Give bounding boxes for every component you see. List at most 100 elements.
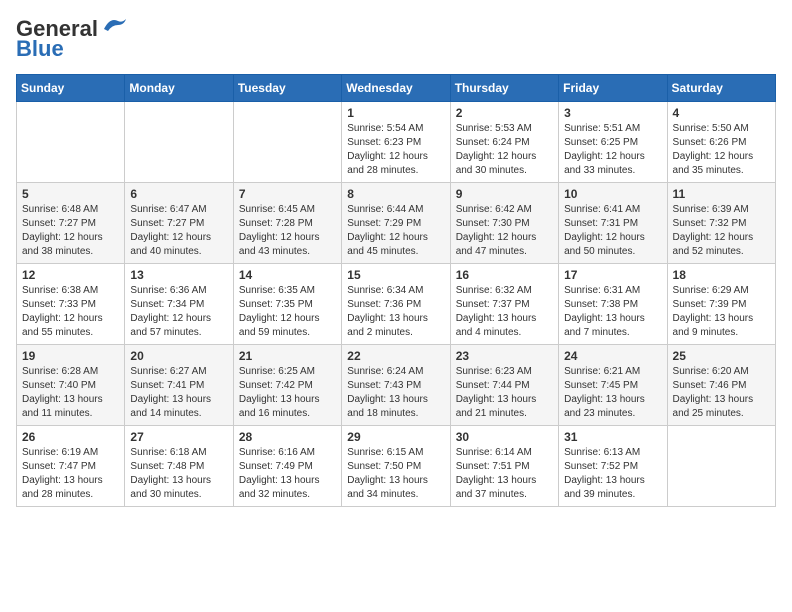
weekday-header-sunday: Sunday [17,75,125,102]
day-info: Sunrise: 6:13 AM Sunset: 7:52 PM Dayligh… [564,446,661,502]
day-number: 1 [347,106,444,120]
calendar-week-1: 1Sunrise: 5:54 AM Sunset: 6:23 PM Daylig… [17,102,776,183]
calendar-cell: 29Sunrise: 6:15 AM Sunset: 7:50 PM Dayli… [342,426,450,507]
day-number: 5 [22,187,119,201]
day-number: 9 [456,187,553,201]
day-number: 3 [564,106,661,120]
logo-bird-icon [100,15,128,35]
calendar-cell: 28Sunrise: 6:16 AM Sunset: 7:49 PM Dayli… [233,426,341,507]
calendar-table: SundayMondayTuesdayWednesdayThursdayFrid… [16,74,776,507]
day-info: Sunrise: 6:28 AM Sunset: 7:40 PM Dayligh… [22,365,119,421]
day-number: 24 [564,349,661,363]
weekday-header-thursday: Thursday [450,75,558,102]
day-number: 11 [673,187,770,201]
calendar-cell: 16 Sunrise: 6:32 AM Sunset: 7:37 PM Dayli… [450,264,558,345]
calendar-cell: 23 Sunrise: 6:23 AM Sunset: 7:44 PM Dayli… [450,345,558,426]
day-info: Sunrise: 6:29 AM Sunset: 7:39 PM Dayligh… [673,284,770,340]
weekday-header-row: SundayMondayTuesdayWednesdayThursdayFrid… [17,75,776,102]
calendar-cell: 14 Sunrise: 6:35 AM Sunset: 7:35 PM Dayli… [233,264,341,345]
day-info: Sunrise: 6:45 AM Sunset: 7:28 PM Dayligh… [239,203,336,259]
day-info: Sunrise: 6:25 AM Sunset: 7:42 PM Dayligh… [239,365,336,421]
weekday-header-saturday: Saturday [667,75,775,102]
day-number: 19 [22,349,119,363]
day-number: 10 [564,187,661,201]
day-info: Sunrise: 6:44 AM Sunset: 7:29 PM Dayligh… [347,203,444,259]
day-info: Sunrise: 6:21 AM Sunset: 7:45 PM Dayligh… [564,365,661,421]
day-number: 26 [22,430,119,444]
day-number: 21 [239,349,336,363]
calendar-cell: 5Sunrise: 6:48 AM Sunset: 7:27 PM Daylig… [17,183,125,264]
day-number: 16 [456,268,553,282]
calendar-cell [233,102,341,183]
day-number: 29 [347,430,444,444]
calendar-cell: 19 Sunrise: 6:28 AM Sunset: 7:40 PM Dayli… [17,345,125,426]
day-number: 22 [347,349,444,363]
calendar-cell [667,426,775,507]
calendar-cell: 3 Sunrise: 5:51 AM Sunset: 6:25 PM Daylig… [559,102,667,183]
weekday-header-friday: Friday [559,75,667,102]
day-info: Sunrise: 6:32 AM Sunset: 7:37 PM Dayligh… [456,284,553,340]
calendar-cell: 12Sunrise: 6:38 AM Sunset: 7:33 PM Dayli… [17,264,125,345]
day-number: 27 [130,430,227,444]
calendar-week-4: 19 Sunrise: 6:28 AM Sunset: 7:40 PM Dayli… [17,345,776,426]
day-info: Sunrise: 6:27 AM Sunset: 7:41 PM Dayligh… [130,365,227,421]
weekday-header-wednesday: Wednesday [342,75,450,102]
calendar-cell: 21 Sunrise: 6:25 AM Sunset: 7:42 PM Dayli… [233,345,341,426]
page-header: General Blue [16,16,776,62]
day-number: 23 [456,349,553,363]
calendar-week-3: 12Sunrise: 6:38 AM Sunset: 7:33 PM Dayli… [17,264,776,345]
day-number: 7 [239,187,336,201]
calendar-week-2: 5Sunrise: 6:48 AM Sunset: 7:27 PM Daylig… [17,183,776,264]
calendar-cell: 8 Sunrise: 6:44 AM Sunset: 7:29 PM Daylig… [342,183,450,264]
logo: General Blue [16,16,128,62]
day-number: 31 [564,430,661,444]
day-number: 25 [673,349,770,363]
calendar-cell: 26 Sunrise: 6:19 AM Sunset: 7:47 PM Dayli… [17,426,125,507]
day-info: Sunrise: 6:14 AM Sunset: 7:51 PM Dayligh… [456,446,553,502]
calendar-cell: 20 Sunrise: 6:27 AM Sunset: 7:41 PM Dayli… [125,345,233,426]
day-info: Sunrise: 6:39 AM Sunset: 7:32 PM Dayligh… [673,203,770,259]
day-number: 28 [239,430,336,444]
calendar-cell: 13Sunrise: 6:36 AM Sunset: 7:34 PM Dayli… [125,264,233,345]
day-info: Sunrise: 6:36 AM Sunset: 7:34 PM Dayligh… [130,284,227,340]
weekday-header-monday: Monday [125,75,233,102]
day-info: Sunrise: 6:18 AM Sunset: 7:48 PM Dayligh… [130,446,227,502]
day-number: 15 [347,268,444,282]
day-info: Sunrise: 5:51 AM Sunset: 6:25 PM Dayligh… [564,122,661,178]
calendar-cell: 9Sunrise: 6:42 AM Sunset: 7:30 PM Daylig… [450,183,558,264]
calendar-cell: 25 Sunrise: 6:20 AM Sunset: 7:46 PM Dayli… [667,345,775,426]
calendar-cell: 10 Sunrise: 6:41 AM Sunset: 7:31 PM Dayli… [559,183,667,264]
calendar-cell: 27 Sunrise: 6:18 AM Sunset: 7:48 PM Dayli… [125,426,233,507]
day-info: Sunrise: 5:53 AM Sunset: 6:24 PM Dayligh… [456,122,553,178]
calendar-cell [125,102,233,183]
day-number: 6 [130,187,227,201]
calendar-cell: 18 Sunrise: 6:29 AM Sunset: 7:39 PM Dayli… [667,264,775,345]
day-info: Sunrise: 6:38 AM Sunset: 7:33 PM Dayligh… [22,284,119,340]
weekday-header-tuesday: Tuesday [233,75,341,102]
day-number: 14 [239,268,336,282]
calendar-cell: 4Sunrise: 5:50 AM Sunset: 6:26 PM Daylig… [667,102,775,183]
calendar-cell: 1Sunrise: 5:54 AM Sunset: 6:23 PM Daylig… [342,102,450,183]
calendar-cell: 30 Sunrise: 6:14 AM Sunset: 7:51 PM Dayli… [450,426,558,507]
day-number: 17 [564,268,661,282]
day-info: Sunrise: 6:20 AM Sunset: 7:46 PM Dayligh… [673,365,770,421]
calendar-cell: 6Sunrise: 6:47 AM Sunset: 7:27 PM Daylig… [125,183,233,264]
day-number: 8 [347,187,444,201]
calendar-cell: 7 Sunrise: 6:45 AM Sunset: 7:28 PM Daylig… [233,183,341,264]
calendar-cell: 22Sunrise: 6:24 AM Sunset: 7:43 PM Dayli… [342,345,450,426]
day-number: 18 [673,268,770,282]
calendar-cell: 17 Sunrise: 6:31 AM Sunset: 7:38 PM Dayli… [559,264,667,345]
calendar-cell [17,102,125,183]
day-info: Sunrise: 6:19 AM Sunset: 7:47 PM Dayligh… [22,446,119,502]
day-info: Sunrise: 6:35 AM Sunset: 7:35 PM Dayligh… [239,284,336,340]
day-number: 30 [456,430,553,444]
calendar-cell: 31 Sunrise: 6:13 AM Sunset: 7:52 PM Dayli… [559,426,667,507]
calendar-week-5: 26 Sunrise: 6:19 AM Sunset: 7:47 PM Dayli… [17,426,776,507]
logo-blue: Blue [16,36,64,62]
day-info: Sunrise: 6:31 AM Sunset: 7:38 PM Dayligh… [564,284,661,340]
day-info: Sunrise: 6:41 AM Sunset: 7:31 PM Dayligh… [564,203,661,259]
day-number: 20 [130,349,227,363]
calendar-cell: 2Sunrise: 5:53 AM Sunset: 6:24 PM Daylig… [450,102,558,183]
calendar-cell: 15Sunrise: 6:34 AM Sunset: 7:36 PM Dayli… [342,264,450,345]
day-info: Sunrise: 6:23 AM Sunset: 7:44 PM Dayligh… [456,365,553,421]
